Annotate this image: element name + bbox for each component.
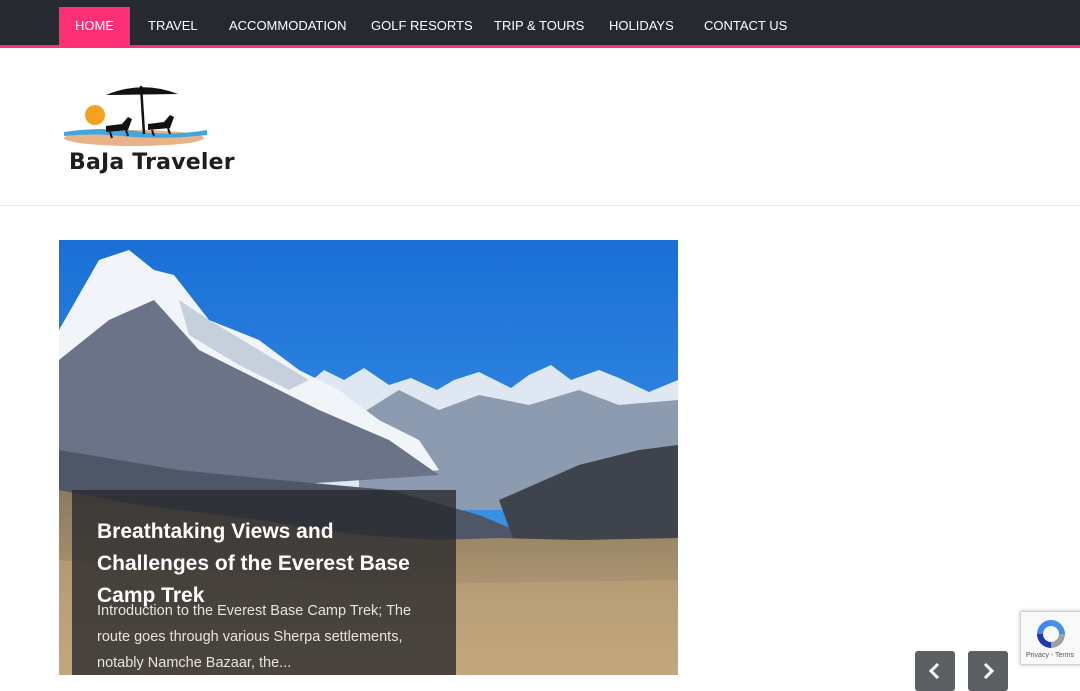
nav-item-holidays[interactable]: HOLIDAYS [609,7,674,45]
nav-item-contact-us[interactable]: CONTACT US [704,7,787,45]
nav-item-accommodation[interactable]: ACCOMMODATION [229,7,346,45]
nav-item-golf-resorts[interactable]: GOLF RESORTS [371,7,473,45]
site-header: BaJa Traveler [0,48,1080,206]
top-navigation: HOME TRAVEL ACCOMMODATION GOLF RESORTS T… [0,0,1080,48]
chevron-right-icon [983,662,995,680]
nav-item-home[interactable]: HOME [59,7,130,45]
slide-caption: Breathtaking Views and Challenges of the… [72,490,456,675]
recaptcha-icon [1037,620,1065,648]
recaptcha-links[interactable]: Privacy - Terms [1026,652,1074,659]
site-title: BaJa Traveler [69,150,235,175]
featured-slider[interactable]: Breathtaking Views and Challenges of the… [59,240,678,675]
slide-excerpt: Introduction to the Everest Base Camp Tr… [97,603,412,671]
beach-umbrella-logo-icon [64,85,207,146]
nav-item-travel[interactable]: TRAVEL [148,7,198,45]
site-logo[interactable]: BaJa Traveler [62,80,235,180]
recaptcha-badge[interactable]: Privacy - Terms [1020,611,1080,665]
nav-item-trip-tours[interactable]: TRIP & TOURS [494,7,584,45]
chevron-left-icon [928,662,940,680]
slider-prev-button[interactable] [915,651,955,691]
slider-next-button[interactable] [968,651,1008,691]
